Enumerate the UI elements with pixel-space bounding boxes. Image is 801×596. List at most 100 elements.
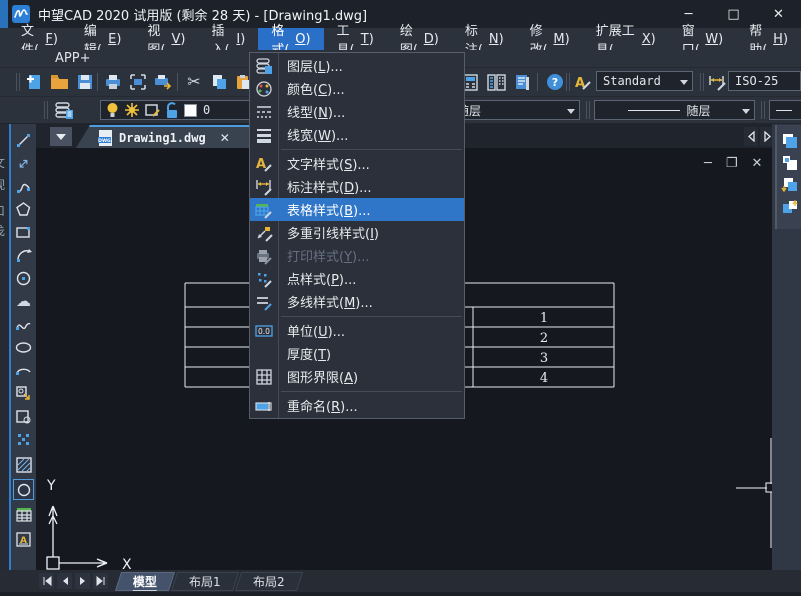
- mdi-window-controls: ─ ❐ ✕: [704, 156, 762, 171]
- insert-block-button[interactable]: [13, 383, 34, 404]
- text-style-combo[interactable]: Standard: [596, 71, 693, 91]
- layer-name: 0: [203, 103, 210, 117]
- mdi-close-button[interactable]: ✕: [751, 156, 762, 171]
- toolbar-grip[interactable]: [16, 73, 20, 91]
- help-button[interactable]: ?: [543, 71, 567, 93]
- menu-express-tools[interactable]: 扩展工具(X): [583, 28, 669, 50]
- bring-above-object-button[interactable]: [780, 175, 800, 195]
- menuitem-layer[interactable]: 图层(L)...: [250, 54, 464, 77]
- menuitem-text-style[interactable]: A 文字样式(S)...: [250, 152, 464, 175]
- menuitem-table-style[interactable]: 表格样式(B)...: [250, 198, 464, 221]
- menu-format[interactable]: 格式(O): [258, 28, 323, 50]
- menu-bar: 文件(F) 编辑(E) 视图(V) 插入(I) 格式(O) 工具(T) 绘图(D…: [0, 28, 801, 50]
- layer-thaw-icon: [124, 102, 140, 118]
- make-block-button[interactable]: [13, 406, 34, 427]
- svg-text:DWG: DWG: [98, 138, 111, 144]
- bring-to-front-icon: [781, 132, 799, 150]
- save-button[interactable]: [73, 71, 97, 93]
- menuitem-drawing-limits[interactable]: 图形界限(A): [250, 365, 464, 388]
- menu-draw[interactable]: 绘图(D): [387, 28, 452, 50]
- menuitem-point-style[interactable]: 点样式(P)...: [250, 267, 464, 290]
- toolbar-grip[interactable]: [566, 73, 570, 91]
- send-to-back-button[interactable]: [780, 153, 800, 173]
- region-button[interactable]: [13, 479, 34, 500]
- draw-rectangle-button[interactable]: [13, 222, 34, 243]
- toolbar-grip[interactable]: [586, 101, 590, 119]
- lineweight-combo[interactable]: [769, 100, 801, 120]
- send-under-object-button[interactable]: [780, 197, 800, 217]
- publish-button[interactable]: [151, 71, 175, 93]
- chevron-down-icon: [567, 109, 575, 114]
- draw-circle-button[interactable]: [13, 268, 34, 289]
- menuitem-units[interactable]: 0.0 单位(U)...: [250, 319, 464, 342]
- plot-button[interactable]: [101, 71, 125, 93]
- tool-palettes-button[interactable]: [484, 71, 508, 93]
- document-tab-close-icon[interactable]: ✕: [220, 131, 230, 145]
- dim-style-manager-button[interactable]: [705, 71, 729, 93]
- next-layout-button[interactable]: [75, 573, 90, 589]
- ucs-icon: Y X: [36, 468, 176, 570]
- toolbar-grip[interactable]: [44, 101, 48, 119]
- mtext-button[interactable]: A: [13, 529, 34, 550]
- properties-button[interactable]: [510, 71, 534, 93]
- chevron-down-icon: [742, 109, 750, 114]
- help-icon: ?: [546, 73, 564, 91]
- menuitem-lineweight[interactable]: 线宽(W)...: [250, 123, 464, 146]
- plot-preview-button[interactable]: [126, 71, 150, 93]
- linetype-combo[interactable]: 随层: [594, 100, 755, 120]
- edge-fragment: 视: [0, 176, 9, 193]
- draw-ellipse-button[interactable]: [13, 337, 34, 358]
- menu-help[interactable]: 帮助(H): [736, 28, 801, 50]
- dim-style-combo[interactable]: ISO-25: [728, 71, 801, 91]
- draw-polygon-button[interactable]: [13, 199, 34, 220]
- toolbar-grip[interactable]: [761, 101, 765, 119]
- tab-layout2[interactable]: 布局2: [235, 572, 303, 591]
- menu-view[interactable]: 视图(V): [134, 28, 198, 50]
- open-file-button[interactable]: [47, 71, 71, 93]
- document-list-dropdown[interactable]: [50, 127, 72, 146]
- draw-point-button[interactable]: [13, 429, 34, 450]
- first-layout-button[interactable]: [39, 573, 54, 589]
- draw-ellipse-arc-button[interactable]: [13, 360, 34, 381]
- dim-style-icon: [250, 178, 278, 196]
- tab-scroll-left-button[interactable]: [744, 127, 758, 146]
- text-style-manager-button[interactable]: A: [571, 71, 595, 93]
- menuitem-mleader-style[interactable]: 多重引线样式(I): [250, 221, 464, 244]
- menuitem-rename[interactable]: 重命名(R)...: [250, 394, 464, 417]
- draw-spline-button[interactable]: [13, 314, 34, 335]
- bring-to-front-button[interactable]: [780, 131, 800, 151]
- layer-manager-button[interactable]: [52, 99, 76, 121]
- menu-insert[interactable]: 插入(I): [199, 28, 259, 50]
- draw-line-button[interactable]: [13, 130, 34, 151]
- draw-polyline-button[interactable]: [13, 176, 34, 197]
- document-tab-drawing1[interactable]: DWG Drawing1.dwg ✕: [76, 125, 262, 148]
- draw-revcloud-button[interactable]: ☁: [13, 291, 34, 312]
- background-window-fragment: [0, 0, 8, 30]
- menuitem-thickness[interactable]: 厚度(T): [250, 342, 464, 365]
- menuitem-mline-style[interactable]: 多线样式(M)...: [250, 290, 464, 313]
- copy-button[interactable]: [207, 71, 231, 93]
- prev-layout-button[interactable]: [57, 573, 72, 589]
- draw-xline-button[interactable]: ↔: [13, 153, 34, 174]
- tab-model[interactable]: 模型: [115, 572, 175, 591]
- last-layout-button[interactable]: [93, 573, 108, 589]
- mdi-minimize-button[interactable]: ─: [704, 156, 712, 171]
- new-file-button[interactable]: [22, 71, 46, 93]
- mdi-restore-button[interactable]: ❐: [726, 156, 738, 171]
- toolbar-grip[interactable]: [700, 73, 704, 91]
- cut-button[interactable]: ✂: [182, 71, 206, 93]
- hatch-icon: [15, 456, 33, 474]
- menu-modify[interactable]: 修改(M): [517, 28, 583, 50]
- table-button[interactable]: [13, 504, 34, 525]
- menuitem-dim-style[interactable]: 标注样式(D)...: [250, 175, 464, 198]
- menuitem-color[interactable]: 颜色(C)...: [250, 77, 464, 100]
- menu-file[interactable]: 文件(F): [8, 28, 71, 50]
- menu-dimension[interactable]: 标注(N): [452, 28, 517, 50]
- hatch-button[interactable]: [13, 454, 34, 475]
- tab-layout1[interactable]: 布局1: [171, 572, 239, 591]
- menu-tools[interactable]: 工具(T): [324, 28, 387, 50]
- menuitem-linetype[interactable]: 线型(N)...: [250, 100, 464, 123]
- menu-window[interactable]: 窗口(W): [669, 28, 736, 50]
- draw-arc-button[interactable]: [13, 245, 34, 266]
- menu-edit[interactable]: 编辑(E): [71, 28, 135, 50]
